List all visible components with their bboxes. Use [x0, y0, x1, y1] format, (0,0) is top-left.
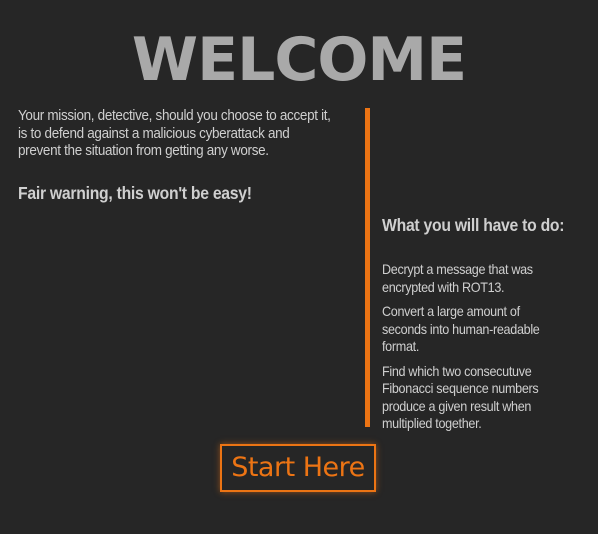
task-item-seconds: Convert a large amount of seconds into h…	[382, 303, 540, 354]
task-item-fibonacci: Find which two consecutuve Fibonacci seq…	[382, 362, 539, 432]
task-list: Decrypt a message that was encrypted wit…	[382, 261, 587, 440]
mission-text: Your mission, detective, should you choo…	[18, 108, 331, 159]
vertical-divider	[365, 108, 370, 427]
task-item-rot13: Decrypt a message that was encrypted wit…	[382, 261, 533, 295]
start-here-button[interactable]: Start Here	[220, 444, 376, 492]
tasks-heading: What you will have to do:	[382, 215, 565, 235]
page-title: WELCOME	[131, 25, 467, 95]
warning-text: Fair warning, this won't be easy!	[18, 183, 252, 203]
